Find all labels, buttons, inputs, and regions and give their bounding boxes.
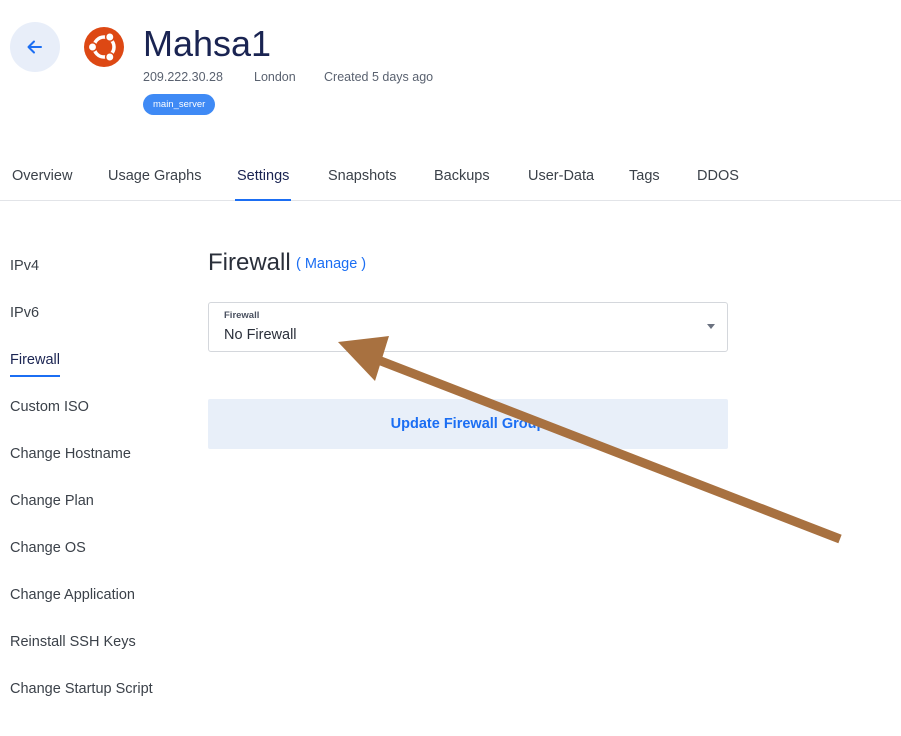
sidebar-item-custom-iso[interactable]: Custom ISO xyxy=(10,399,89,415)
firewall-select[interactable]: Firewall No Firewall xyxy=(208,302,728,352)
sidebar-item-change-os[interactable]: Change OS xyxy=(10,540,86,556)
sidebar-item-change-application[interactable]: Change Application xyxy=(10,587,135,603)
tab-user-data[interactable]: User-Data xyxy=(528,168,594,184)
tab-bar: Overview Usage Graphs Settings Snapshots… xyxy=(0,155,901,201)
update-firewall-group-button[interactable]: Update Firewall Group xyxy=(208,399,728,449)
firewall-select-value: No Firewall xyxy=(224,327,297,343)
server-location: London xyxy=(254,70,296,84)
sidebar-item-change-startup-script[interactable]: Change Startup Script xyxy=(10,681,153,697)
tab-backups[interactable]: Backups xyxy=(434,168,490,184)
firewall-section-title: Firewall xyxy=(208,249,291,276)
server-tag-badge[interactable]: main_server xyxy=(143,94,216,115)
server-created: Created 5 days ago xyxy=(324,70,434,84)
tab-ddos[interactable]: DDOS xyxy=(697,168,739,184)
chevron-down-icon xyxy=(707,324,715,329)
sidebar-item-firewall[interactable]: Firewall xyxy=(10,352,60,377)
sidebar-item-change-plan[interactable]: Change Plan xyxy=(10,493,94,509)
tab-overview[interactable]: Overview xyxy=(12,168,72,184)
sidebar-item-ipv6[interactable]: IPv6 xyxy=(10,305,39,321)
sidebar-item-change-hostname[interactable]: Change Hostname xyxy=(10,446,131,462)
annotation-arrow-icon xyxy=(338,336,842,544)
manage-firewall-link[interactable]: ( Manage ) xyxy=(296,256,366,272)
arrow-left-icon xyxy=(27,40,42,54)
tab-usage-graphs[interactable]: Usage Graphs xyxy=(108,168,202,184)
back-button[interactable] xyxy=(10,22,60,72)
server-name: Mahsa1 xyxy=(143,23,272,64)
tab-snapshots[interactable]: Snapshots xyxy=(328,168,397,184)
server-ip: 209.222.30.28 xyxy=(143,70,223,84)
firewall-select-label: Firewall xyxy=(224,310,260,321)
sidebar-item-ipv4[interactable]: IPv4 xyxy=(10,258,39,274)
ubuntu-logo-icon xyxy=(84,27,124,67)
tab-tags[interactable]: Tags xyxy=(629,168,660,184)
sidebar-item-reinstall-ssh-keys[interactable]: Reinstall SSH Keys xyxy=(10,634,136,650)
tab-settings[interactable]: Settings xyxy=(234,168,292,201)
